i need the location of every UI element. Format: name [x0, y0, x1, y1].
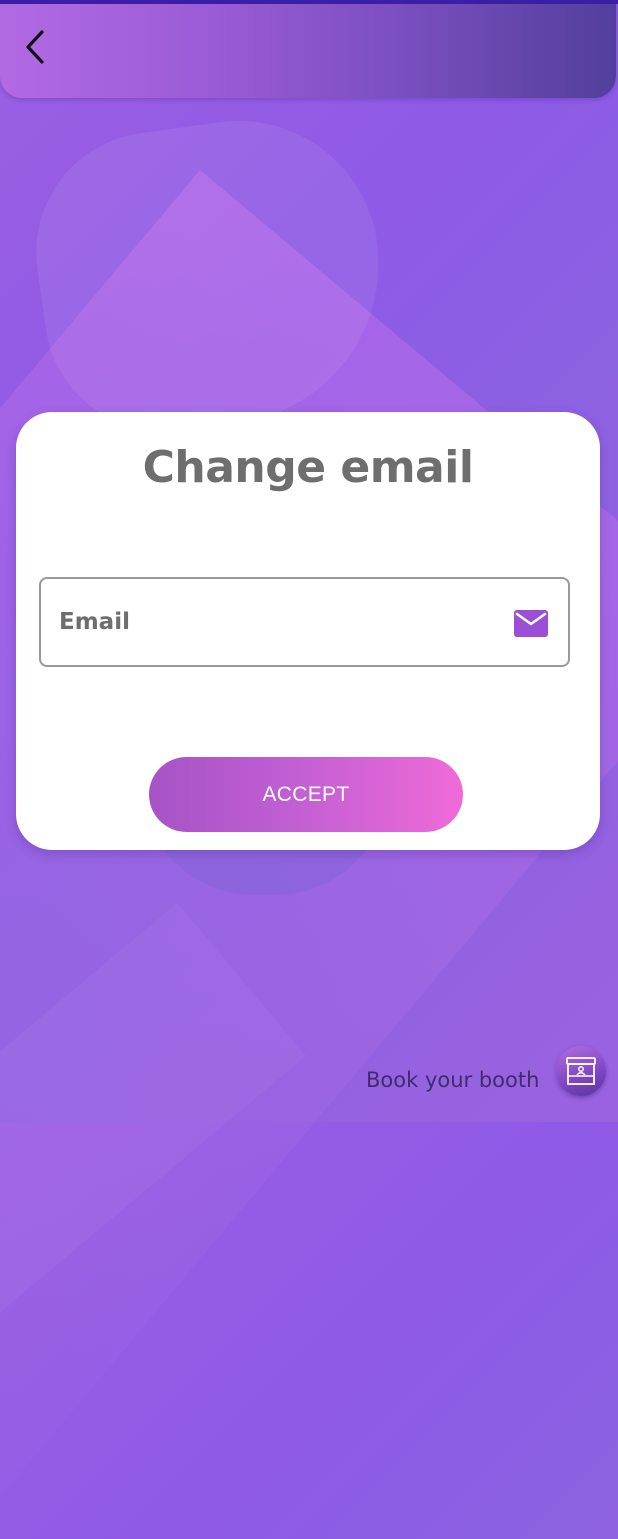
- back-button[interactable]: [18, 26, 54, 68]
- email-field[interactable]: Email: [39, 577, 570, 667]
- page-title: Change email: [142, 442, 474, 493]
- book-booth-button[interactable]: [556, 1046, 606, 1096]
- email-placeholder: Email: [59, 609, 130, 635]
- background-diagonal-shape-lower: [0, 902, 306, 1378]
- mail-icon: [514, 610, 548, 637]
- background-diagonal-shape: [0, 170, 618, 1539]
- chevron-left-icon: [26, 30, 44, 64]
- background-rounded-shape: [20, 102, 400, 448]
- change-email-card: Change email Email ACCEPT: [16, 412, 600, 850]
- app-header: [0, 4, 616, 98]
- booth-icon: [566, 1057, 596, 1085]
- accept-button[interactable]: ACCEPT: [149, 757, 463, 832]
- book-your-booth-link[interactable]: Book your booth: [366, 1068, 539, 1092]
